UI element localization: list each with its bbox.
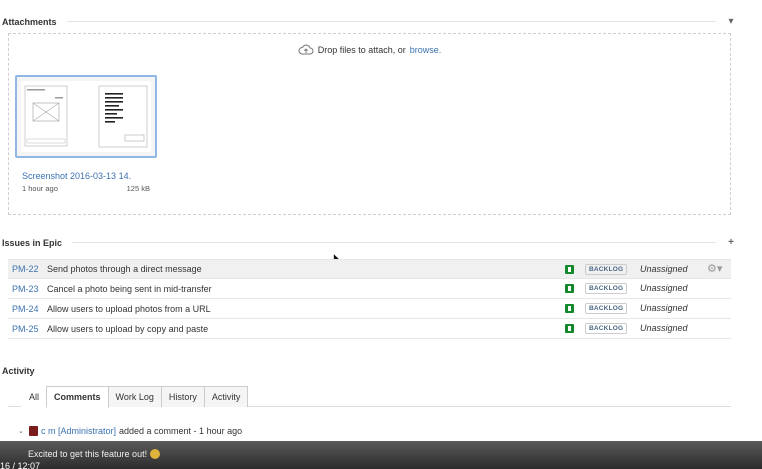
tab-activity[interactable]: Activity [203, 386, 249, 407]
issue-key-link[interactable]: PM-25 [8, 324, 47, 334]
table-row[interactable]: PM-22 Send photos through a direct messa… [8, 259, 731, 279]
status-badge: BACKLOG [585, 264, 628, 275]
story-type-icon [565, 284, 574, 293]
issue-key-link[interactable]: PM-22 [8, 264, 47, 274]
attachment-card[interactable]: Screenshot 2016-03-13 14. 1 hour ago 125… [15, 75, 157, 201]
collapse-chevron-icon[interactable]: ▾ [726, 16, 736, 27]
attachment-filename[interactable]: Screenshot 2016-03-13 14. [22, 171, 131, 181]
divider [66, 21, 716, 22]
smile-emoji-icon [150, 449, 161, 459]
issue-summary[interactable]: Allow users to upload by copy and paste [47, 324, 208, 334]
comment-header: ⌄ c m [Administrator] added a comment - … [18, 426, 242, 436]
issues-table: PM-22 Send photos through a direct messa… [8, 259, 731, 339]
avatar [29, 426, 38, 436]
video-time-readout: 16 / 12:07 [0, 461, 41, 469]
story-type-icon [565, 304, 574, 313]
issue-key-link[interactable]: PM-24 [8, 304, 47, 314]
attachments-header: Attachments ▾ [2, 16, 736, 27]
upload-cloud-icon [298, 44, 314, 55]
chevron-down-icon[interactable]: ⌄ [18, 427, 26, 435]
attachments-title: Attachments [2, 16, 57, 27]
comment-body: Excited to get this feature out! [28, 449, 161, 459]
attachment-meta: 1 hour ago 125 kB [22, 184, 150, 193]
attachment-size: 125 kB [126, 184, 150, 193]
activity-header: Activity [2, 366, 35, 376]
plus-icon[interactable]: + [726, 237, 736, 248]
issue-summary[interactable]: Send photos through a direct message [47, 264, 202, 274]
issues-header: Issues in Epic + [2, 237, 736, 248]
table-row[interactable]: PM-25 Allow users to upload by copy and … [8, 319, 731, 339]
status-badge: BACKLOG [585, 323, 628, 334]
story-type-icon [565, 265, 574, 274]
attachment-thumbnail[interactable] [15, 75, 157, 158]
assignee: Unassigned [640, 323, 688, 333]
assignee: Unassigned [640, 264, 688, 274]
assignee: Unassigned [640, 303, 688, 313]
table-row[interactable]: PM-23 Cancel a photo being sent in mid-t… [8, 279, 731, 299]
table-row[interactable]: PM-24 Allow users to upload photos from … [8, 299, 731, 319]
attachment-dropzone[interactable]: Drop files to attach, or browse. Screens… [8, 33, 731, 215]
issues-title: Issues in Epic [2, 237, 63, 248]
issue-summary[interactable]: Allow users to upload photos from a URL [47, 304, 211, 314]
status-badge: BACKLOG [585, 283, 628, 294]
drop-message: Drop files to attach, or browse. [9, 44, 730, 55]
issue-key-link[interactable]: PM-23 [8, 284, 47, 294]
divider [72, 242, 716, 243]
comment-author-link[interactable]: c m [Administrator] [41, 426, 116, 436]
story-type-icon [565, 324, 574, 333]
comment-action: added a comment - 1 hour ago [119, 426, 243, 436]
tab-history[interactable]: History [160, 386, 205, 407]
status-badge: BACKLOG [585, 303, 628, 314]
comment-text: Excited to get this feature out! [28, 449, 148, 459]
tab-work-log[interactable]: Work Log [107, 386, 162, 407]
drop-text: Drop files to attach, or [317, 44, 406, 55]
activity-title: Activity [2, 366, 35, 376]
assignee: Unassigned [640, 283, 688, 293]
issue-summary[interactable]: Cancel a photo being sent in mid-transfe… [47, 284, 212, 294]
tab-comments[interactable]: Comments [46, 386, 109, 408]
thumbnail-image [21, 81, 151, 152]
gear-icon[interactable]: ⚙▾ [707, 263, 723, 275]
browse-link[interactable]: browse. [410, 45, 442, 55]
activity-tabs: All Comments Work Log History Activity [21, 386, 249, 408]
tab-all[interactable]: All [21, 386, 48, 407]
attachment-age: 1 hour ago [22, 184, 58, 193]
